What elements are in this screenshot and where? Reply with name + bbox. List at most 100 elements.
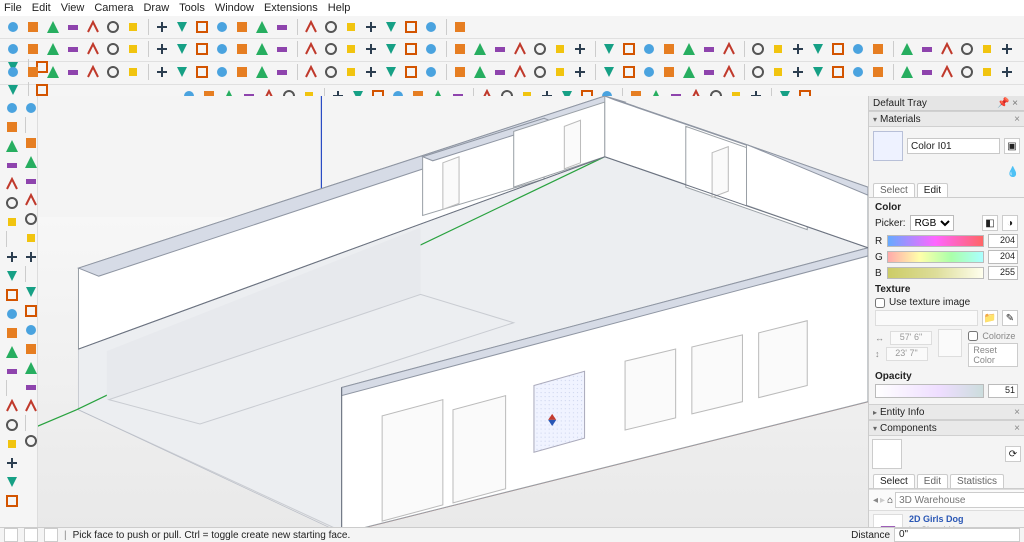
reset-color-button[interactable]: Reset Color	[968, 343, 1018, 367]
menu-tools[interactable]: Tools	[179, 2, 205, 14]
tool-btn-35[interactable]	[22, 432, 39, 449]
toolbar2-btn-6[interactable]	[124, 40, 142, 58]
toolbar1-btn-8[interactable]	[173, 18, 191, 36]
tool-btn-12[interactable]	[3, 343, 20, 360]
toolbar2-btn-24[interactable]	[511, 40, 529, 58]
texture-path-field[interactable]	[875, 310, 978, 326]
toolbar2-btn-12[interactable]	[253, 40, 271, 58]
toolbar3-btn-37[interactable]	[789, 63, 807, 81]
toolbar3-btn-31[interactable]	[660, 63, 678, 81]
menu-view[interactable]: View	[61, 2, 85, 14]
section-close-icon[interactable]: ×	[1014, 114, 1020, 125]
tool-btn-6[interactable]	[3, 213, 20, 230]
status-credits-icon[interactable]	[24, 528, 38, 542]
tool-btn-32[interactable]	[22, 359, 39, 376]
toolbar2-btn-37[interactable]	[789, 40, 807, 58]
materials-tab-select[interactable]: Select	[873, 183, 915, 197]
tool-btn-25[interactable]	[22, 210, 39, 227]
toolbar2-btn-14[interactable]	[302, 40, 320, 58]
toolbar3-btn-16[interactable]	[342, 63, 360, 81]
materials-tab-edit[interactable]: Edit	[917, 183, 948, 197]
toolbar1-btn-19[interactable]	[402, 18, 420, 36]
toolbar2-btn-15[interactable]	[322, 40, 340, 58]
toolbar3-btn-24[interactable]	[511, 63, 529, 81]
r-value[interactable]: 204	[988, 234, 1018, 248]
toolbar2-btn-9[interactable]	[193, 40, 211, 58]
toolbar3-btn-33[interactable]	[700, 63, 718, 81]
toolbar2-btn-43[interactable]	[918, 40, 936, 58]
opacity-value[interactable]: 51	[988, 384, 1018, 398]
toolbar1-btn-3[interactable]	[64, 18, 82, 36]
toolbar2-btn-27[interactable]	[571, 40, 589, 58]
colorize-checkbox[interactable]: Colorize	[968, 331, 1018, 341]
vcb-input[interactable]: 0"	[894, 528, 1020, 542]
toolbar2-btn-26[interactable]	[551, 40, 569, 58]
toolbar3-btn-40[interactable]	[849, 63, 867, 81]
toolbar3-btn-13[interactable]	[273, 63, 291, 81]
toolbar2-btn-11[interactable]	[233, 40, 251, 58]
section-close-icon[interactable]: ×	[1014, 407, 1020, 418]
toolbar3-btn-14[interactable]	[302, 63, 320, 81]
warehouse-results[interactable]: 2D Girls Dogby SketchUpUse the Interact …	[869, 511, 1024, 528]
toolbar1-btn-10[interactable]	[213, 18, 231, 36]
toolbar2-btn-39[interactable]	[829, 40, 847, 58]
g-value[interactable]: 204	[988, 250, 1018, 264]
toolbar3-btn-5[interactable]	[104, 63, 122, 81]
toolbar2-btn-0[interactable]	[4, 40, 22, 58]
tool-btn-34[interactable]	[22, 397, 39, 414]
toolbar3-btn-20[interactable]	[422, 63, 440, 81]
tool-btn-29[interactable]	[22, 302, 39, 319]
create-material-icon[interactable]: ▣	[1004, 138, 1020, 154]
tool-btn-2[interactable]	[3, 137, 20, 154]
tool-btn-31[interactable]	[22, 340, 39, 357]
tool-btn-4[interactable]	[3, 175, 20, 192]
section-close-icon[interactable]: ×	[1014, 423, 1020, 434]
toolbar3-btn-2[interactable]	[44, 63, 62, 81]
toolbar3-btn-32[interactable]	[680, 63, 698, 81]
toolbar1-btn-9[interactable]	[193, 18, 211, 36]
toolbar2-btn-44[interactable]	[938, 40, 956, 58]
b-slider[interactable]	[887, 267, 984, 279]
status-signin-icon[interactable]	[44, 528, 58, 542]
toolbar1-btn-12[interactable]	[253, 18, 271, 36]
toolbar1-btn-15[interactable]	[322, 18, 340, 36]
tool-btn-33[interactable]	[22, 378, 39, 395]
toolbar3-btn-47[interactable]	[998, 63, 1016, 81]
picker-select[interactable]: RGB	[910, 215, 954, 231]
toolbar1-btn-21[interactable]	[451, 18, 469, 36]
toolbar3-btn-43[interactable]	[918, 63, 936, 81]
toolbar3-btn-29[interactable]	[620, 63, 638, 81]
tool-btn-22[interactable]	[22, 153, 39, 170]
toolbar3-btn-38[interactable]	[809, 63, 827, 81]
toolbar2-btn-42[interactable]	[898, 40, 916, 58]
toolbar2-btn-32[interactable]	[680, 40, 698, 58]
toolbar1-btn-16[interactable]	[342, 18, 360, 36]
toolbar3-btn-25[interactable]	[531, 63, 549, 81]
tool-btn-26[interactable]	[22, 229, 39, 246]
tool-btn-5[interactable]	[3, 194, 20, 211]
menu-edit[interactable]: Edit	[32, 2, 51, 14]
menu-ext[interactable]: Extensions	[264, 2, 318, 14]
toolbar3-btn-28[interactable]	[600, 63, 618, 81]
tool-btn-3[interactable]	[3, 156, 20, 173]
toolbar2-btn-17[interactable]	[362, 40, 380, 58]
toolbar3-btn-30[interactable]	[640, 63, 658, 81]
toolbar1-btn-0[interactable]	[4, 18, 22, 36]
toolbar3-btn-11[interactable]	[233, 63, 251, 81]
toolbar2-btn-35[interactable]	[749, 40, 767, 58]
tool-btn-10[interactable]	[3, 305, 20, 322]
status-geo-icon[interactable]	[4, 528, 18, 542]
toolbar2-btn-25[interactable]	[531, 40, 549, 58]
menu-draw[interactable]: Draw	[143, 2, 169, 14]
model-viewport[interactable]	[38, 96, 868, 528]
warehouse-search-input[interactable]	[895, 492, 1024, 508]
components-header[interactable]: ▾ Components ×	[869, 420, 1024, 436]
toolbar3-btn-22[interactable]	[471, 63, 489, 81]
components-tab-stats[interactable]: Statistics	[950, 474, 1004, 488]
match-color-icon[interactable]: ◧	[982, 215, 998, 231]
toolbar3-btn-34[interactable]	[720, 63, 738, 81]
toolbar2-btn-28[interactable]	[600, 40, 618, 58]
tray-title-bar[interactable]: Default Tray 📌 ×	[869, 96, 1024, 111]
toolbar3-btn-8[interactable]	[173, 63, 191, 81]
tool-btn-16[interactable]	[3, 435, 20, 452]
